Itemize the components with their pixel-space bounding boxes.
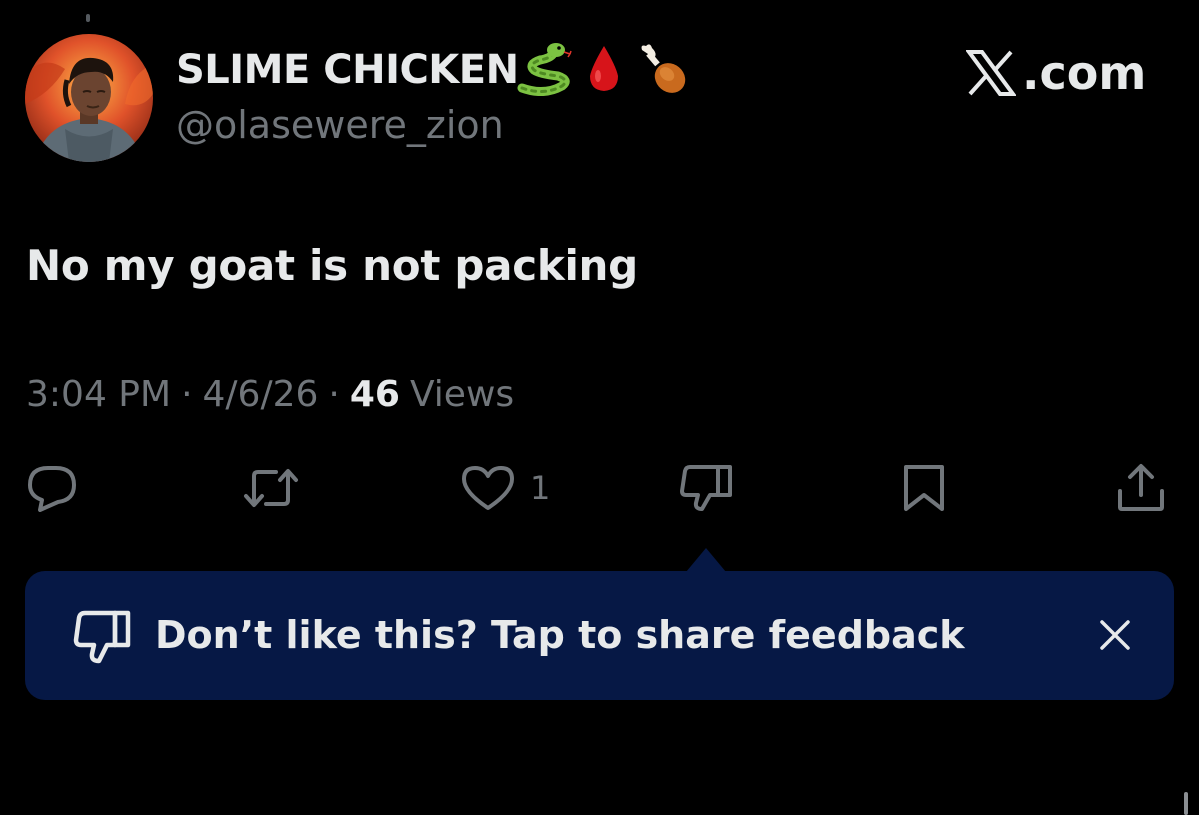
thumbs-down-icon	[73, 610, 131, 664]
avatar[interactable]	[25, 34, 153, 162]
scrollbar[interactable]	[1184, 792, 1188, 815]
tweet-time: 3:04 PM	[26, 374, 172, 415]
feedback-text[interactable]: Don’t like this? Tap to share feedback	[155, 609, 965, 661]
reply-icon	[28, 466, 76, 512]
dislike-button[interactable]	[680, 464, 734, 512]
reply-button[interactable]	[26, 464, 78, 512]
brand-text: .com	[1022, 46, 1147, 100]
like-button[interactable]: 1	[460, 464, 550, 512]
repost-icon	[244, 469, 298, 507]
bookmark-button[interactable]	[900, 464, 948, 512]
tooltip-arrow	[686, 548, 726, 572]
feedback-banner[interactable]: Don’t like this? Tap to share feedback	[25, 571, 1174, 700]
repost-button[interactable]	[242, 464, 300, 512]
thumbs-down-icon	[680, 465, 732, 511]
avatar-image	[25, 34, 153, 162]
meta-separator: ·	[181, 374, 193, 415]
drop-of-blood-emoji-icon	[586, 44, 622, 98]
share-icon	[1118, 464, 1164, 511]
snake-emoji-icon	[516, 42, 572, 100]
x-logo-icon	[966, 50, 1016, 96]
author-handle[interactable]: @olasewere_zion	[176, 100, 504, 150]
brand-watermark: .com	[966, 44, 1146, 102]
poultry-leg-emoji-icon	[636, 42, 688, 100]
status-dot	[86, 14, 90, 22]
close-icon[interactable]	[1097, 617, 1133, 653]
meta-separator: ·	[328, 374, 340, 415]
heart-icon	[462, 466, 514, 510]
tweet-date: 4/6/26	[202, 374, 319, 415]
bookmark-icon	[904, 465, 944, 511]
author-display-name[interactable]: SLIME CHICKEN	[176, 44, 519, 96]
share-button[interactable]	[1114, 464, 1168, 512]
like-count: 1	[530, 469, 551, 507]
tweet-text: No my goat is not packing	[26, 241, 638, 290]
views-label: Views	[409, 374, 515, 415]
tweet-meta: 3:04 PM · 4/6/26 · 46 Views	[26, 370, 514, 420]
name-emoji-group	[516, 42, 688, 100]
views-count[interactable]: 46	[350, 370, 400, 420]
